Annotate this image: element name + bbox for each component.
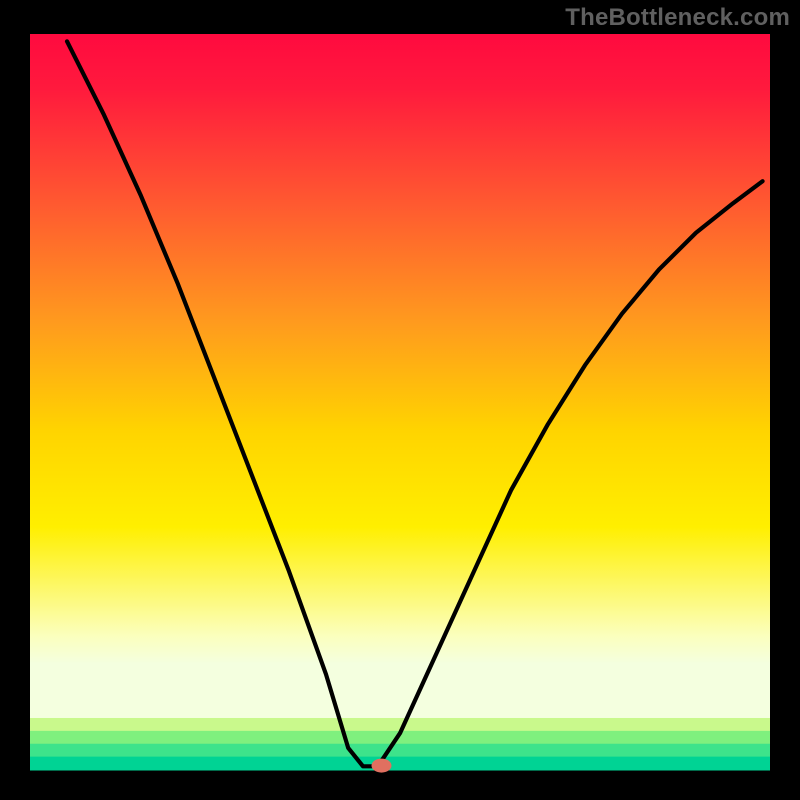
minimum-marker — [372, 759, 392, 773]
watermark-text: TheBottleneck.com — [565, 4, 790, 32]
bottleneck-chart — [0, 0, 800, 800]
plot-area — [0, 0, 800, 800]
chart-frame: TheBottleneck.com — [0, 0, 800, 800]
